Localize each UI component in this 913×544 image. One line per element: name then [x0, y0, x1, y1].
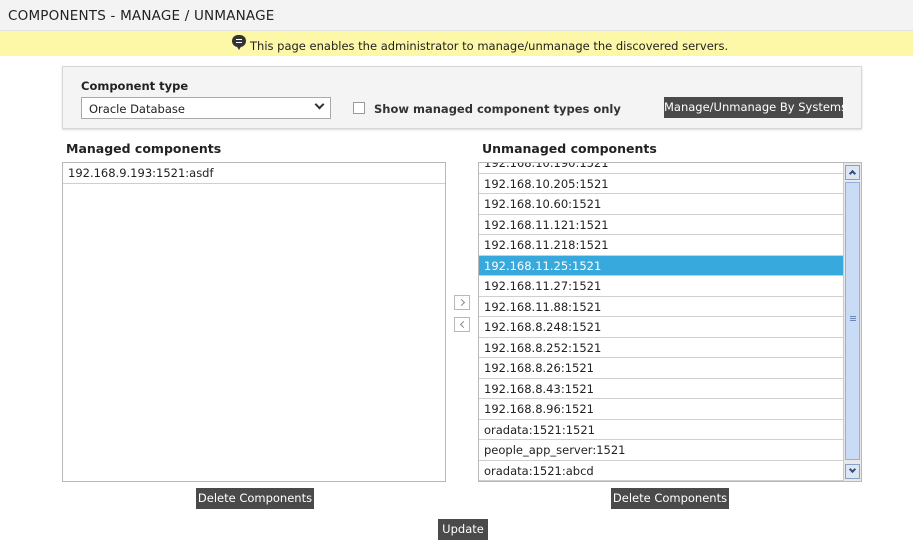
move-to-managed-button[interactable]: [454, 295, 470, 310]
move-to-unmanaged-button[interactable]: [454, 317, 470, 332]
list-item[interactable]: 192.168.11.27:1521: [479, 276, 843, 297]
chevron-down-icon: [314, 99, 325, 110]
update-button[interactable]: Update: [438, 519, 488, 540]
managed-components-list[interactable]: 192.168.9.193:1521:asdf: [62, 162, 446, 482]
list-item[interactable]: 192.168.8.248:1521: [479, 317, 843, 338]
component-type-value: Oracle Database: [89, 102, 185, 116]
scroll-down-button[interactable]: [845, 464, 860, 479]
list-item[interactable]: 192.168.11.121:1521: [479, 215, 843, 235]
list-item[interactable]: 192.168.8.252:1521: [479, 338, 843, 358]
chevron-right-icon: [457, 298, 466, 307]
list-item[interactable]: 192.168.10.190:1521: [479, 163, 843, 174]
delete-managed-button[interactable]: Delete Components: [196, 488, 314, 509]
list-item[interactable]: 192.168.8.96:1521: [479, 399, 843, 420]
scrollbar-thumb[interactable]: [845, 182, 860, 460]
component-type-select[interactable]: Oracle Database: [81, 97, 331, 119]
page-title: COMPONENTS - MANAGE / UNMANAGE: [8, 8, 275, 24]
list-item[interactable]: 192.168.10.205:1521: [479, 174, 843, 194]
component-type-label: Component type: [81, 79, 189, 93]
list-item[interactable]: 192.168.11.218:1521: [479, 235, 843, 256]
filter-panel: Component type Oracle Database Show mana…: [62, 66, 862, 129]
unmanaged-heading: Unmanaged components: [482, 141, 657, 156]
chevron-left-icon: [459, 320, 468, 329]
show-managed-label[interactable]: Show managed component types only: [374, 102, 621, 116]
list-item[interactable]: oradata:1521:1521: [479, 420, 843, 440]
delete-unmanaged-button[interactable]: Delete Components: [611, 488, 729, 509]
scroll-up-button[interactable]: [845, 165, 860, 180]
list-item[interactable]: people_app_server:1521: [479, 440, 843, 461]
info-notice-bar: This page enables the administrator to m…: [0, 31, 913, 56]
list-item[interactable]: 192.168.8.43:1521: [479, 379, 843, 399]
list-item[interactable]: 192.168.9.193:1521:asdf: [63, 163, 445, 184]
manage-by-systems-button[interactable]: Manage/Unmanage By Systems: [664, 97, 847, 118]
show-managed-checkbox[interactable]: [353, 102, 365, 114]
unmanaged-components-list[interactable]: 192.168.10.190:1521 192.168.10.205:1521 …: [478, 162, 862, 482]
list-item[interactable]: 192.168.8.26:1521: [479, 358, 843, 379]
vertical-scrollbar[interactable]: [843, 163, 861, 481]
page-header: COMPONENTS - MANAGE / UNMANAGE: [0, 0, 913, 31]
chevron-up-icon: [848, 169, 857, 178]
list-item[interactable]: oradata:1521:abcd: [479, 461, 843, 481]
chevron-down-icon: [848, 465, 857, 474]
list-item-selected[interactable]: 192.168.11.25:1521: [479, 255, 843, 276]
managed-heading: Managed components: [66, 141, 222, 156]
notice-text: This page enables the administrator to m…: [250, 39, 729, 53]
list-item[interactable]: 192.168.10.60:1521: [479, 194, 843, 215]
list-item[interactable]: 192.168.11.88:1521: [479, 297, 843, 317]
speech-bubble-icon: [232, 35, 246, 50]
